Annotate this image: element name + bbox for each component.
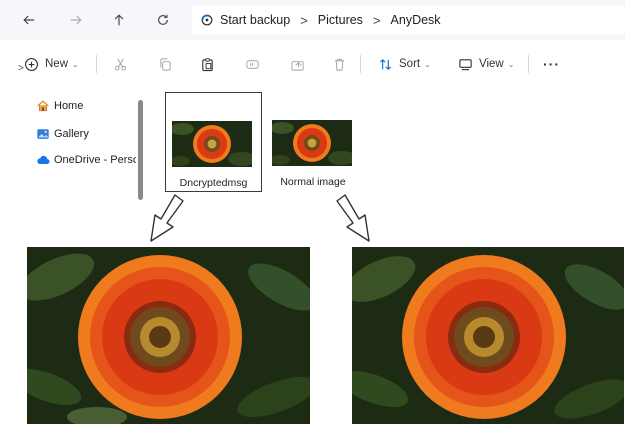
breadcrumb-item-pictures[interactable]: Pictures [314,8,367,32]
back-button[interactable] [18,9,40,31]
view-button-label: View [479,58,504,70]
sidebar-item-label: Home [54,100,84,112]
chevron-down-icon: ⌄ [424,59,431,69]
sidebar-item-onedrive[interactable]: OneDrive - Perso [36,150,136,170]
clipboard-icon [202,57,213,71]
file-thumbnail [172,121,252,167]
forward-button[interactable] [65,9,87,31]
backup-icon [201,14,213,26]
sidebar-item-gallery[interactable]: Gallery [36,124,89,144]
share-icon [291,60,304,71]
new-button-label: New [45,58,69,70]
rename-button[interactable] [245,53,260,75]
sidebar-item-home[interactable]: Home [36,96,83,116]
arrow-right-icon [70,15,82,25]
flower-image [352,247,624,424]
breadcrumb-item-start-backup[interactable]: Start backup [192,8,294,32]
breadcrumb-separator: > [372,12,381,28]
breadcrumb-label: Start backup [220,13,291,27]
refresh-button[interactable] [152,9,174,31]
view-button[interactable]: View ⌄ [458,53,514,75]
rename-icon [246,59,259,69]
nav-pane-scrollbar[interactable] [138,100,143,200]
flower-thumbnail-image [172,121,252,167]
file-item-normal-image[interactable]: Normal image [268,92,363,190]
refresh-icon [158,14,168,25]
view-icon [459,58,472,70]
breadcrumb-label: AnyDesk [390,13,441,27]
flower-thumbnail-image [272,120,352,166]
plus-circle-icon [25,57,38,71]
sort-button-label: Sort [399,58,421,70]
share-button[interactable] [290,53,305,75]
delete-button[interactable] [332,53,347,75]
toolbar-divider [528,55,529,73]
breadcrumb-separator: > [300,12,308,28]
up-button[interactable] [108,9,130,31]
gallery-icon [37,129,49,139]
breadcrumb-item-anydesk[interactable]: AnyDesk [387,8,445,32]
chevron-right-icon[interactable]: > [18,63,24,74]
cloud-icon [37,155,50,164]
address-bar: Start backup > Pictures > AnyDesk [0,0,625,40]
arrow-left-icon [23,15,35,25]
file-name: Normal image [280,176,346,188]
toolbar-divider [360,55,361,73]
chevron-down-icon: ⌄ [507,59,515,69]
new-button[interactable]: New ⌄ [24,53,79,75]
command-bar: New ⌄ Sort ⌄ View ⌄ ··· [0,45,625,83]
sidebar-item-label: OneDrive - Perso [54,154,136,166]
sidebar-item-label: Gallery [54,128,89,140]
home-icon [37,100,49,112]
more-options-button[interactable]: ··· [543,53,560,75]
arrow-up-icon [114,14,124,26]
breadcrumb: Start backup > Pictures > AnyDesk [192,5,625,35]
arrow-down-left-icon [150,194,184,242]
sort-icon [379,58,392,70]
scissors-icon [114,58,127,71]
normal-image-preview [352,247,624,424]
file-item-dncryptedmsg[interactable]: Dncryptedmsg [165,92,262,192]
paste-button[interactable] [200,53,215,75]
chevron-down-icon: ⌄ [72,59,79,69]
breadcrumb-label: Pictures [317,13,363,27]
sort-button[interactable]: Sort ⌄ [378,53,431,75]
flower-image [27,247,310,424]
copy-icon [160,57,171,71]
decrypted-image-preview [27,247,310,424]
file-thumbnail [272,120,352,166]
toolbar-divider [96,55,97,73]
file-name: Dncryptedmsg [179,177,248,189]
arrow-down-right-icon [336,194,370,242]
cut-button[interactable] [113,53,128,75]
trash-icon [334,58,345,71]
copy-button[interactable] [158,53,173,75]
more-icon: ··· [543,56,560,72]
